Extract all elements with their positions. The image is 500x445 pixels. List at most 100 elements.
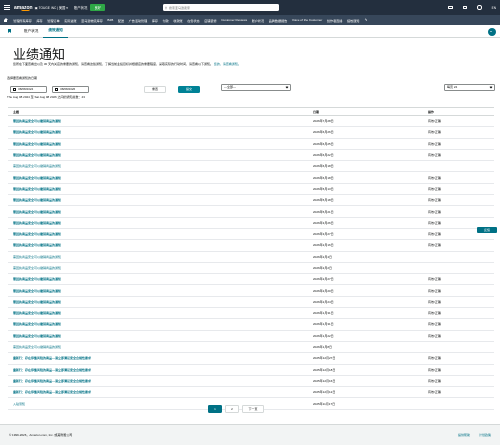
- main-nav: 管理所有库存 库存 管理订单 实际进账 亚马逊物流库存 B2B 配送 广告活动管…: [0, 15, 500, 25]
- collapse-toggle-icon[interactable]: [488, 28, 496, 36]
- notification-subject-link[interactable]: 需回执商品安全可以撤销商品的通知: [8, 187, 313, 191]
- nav-item[interactable]: 在售状态: [185, 18, 202, 23]
- notification-subject-link[interactable]: 重新行：存在停售风险的商品—请立即满足安全合规性要求: [8, 368, 313, 372]
- date-from-input[interactable]: 08/08/2024: [10, 86, 47, 93]
- store-icon: ▣: [34, 5, 38, 10]
- nav-item[interactable]: 管理所有库存: [11, 18, 34, 23]
- home-icon[interactable]: [3, 17, 8, 23]
- reset-button[interactable]: 重置: [144, 85, 166, 93]
- notification-subject-link[interactable]: 需回执商品安全可以撤销商品的通知: [8, 142, 313, 146]
- nav-item[interactable]: 库存: [150, 18, 161, 23]
- pagination: 1 2 下一页: [208, 405, 264, 413]
- notification-subject-link[interactable]: 入驻须知: [8, 402, 313, 406]
- notification-subject-link[interactable]: 需回执商品安全可以撤销商品的通知: [8, 119, 313, 123]
- nav-item[interactable]: 实际进账: [62, 18, 79, 23]
- apply-button[interactable]: 提交: [178, 85, 200, 93]
- table-row: 需回执商品安全可以撤销商品的通知 2026年3月27日 有效/正确: [8, 229, 494, 241]
- table-row: 需回执商品安全可以撤销商品的通知 2026年6月26日 有效/正确: [8, 127, 494, 139]
- nav-item[interactable]: 管理订单: [45, 18, 62, 23]
- table-row: 重新行：存在停售风险的商品—请立即满足安全合规性要求 2025年12月18日 有效/…: [8, 365, 494, 376]
- table-row: 需回执商品安全可以撤销商品的通知 2026年2月24日 有效/正确: [8, 297, 494, 309]
- notification-status: 有效/正确: [428, 311, 441, 316]
- notification-subject-link[interactable]: 需回执商品安全可以撤销商品的通知: [8, 322, 313, 326]
- table-row: 重新行：存在停售风险的商品—请立即满足安全合规性要求 2025年12月12日 有效/…: [8, 387, 494, 399]
- per-page-select[interactable]: 每页 24: [444, 83, 495, 91]
- notification-status: 有效/正确: [428, 153, 441, 158]
- hamburger-menu-icon[interactable]: [4, 5, 10, 10]
- next-page-button[interactable]: 下一页: [242, 405, 264, 413]
- notification-subject-link[interactable]: 需回执商品安全可以撤销商品的通知: [8, 266, 313, 270]
- notification-subject-link[interactable]: 需回执商品安全可以撤销商品的通知: [8, 176, 313, 180]
- header-action: 操作: [428, 109, 435, 114]
- notification-subject-link[interactable]: 需回执商品安全可以撤销商品的通知: [8, 232, 313, 236]
- notification-date: 2025年12月12日: [313, 390, 336, 395]
- store-selector-label: TOUGE INC | 美国: [38, 6, 66, 10]
- account-status-badge[interactable]: 良好: [90, 4, 105, 11]
- notification-subject-link[interactable]: 需回执商品安全可以撤销商品的通知: [8, 198, 313, 202]
- notification-subject-link[interactable]: 重新行：存在停售风险的商品—请立即满足安全合规性要求: [8, 356, 313, 360]
- edit-nav-icon[interactable]: ✎: [365, 18, 368, 22]
- date-to-input[interactable]: 08/08/2026: [52, 86, 89, 93]
- notification-subject-link[interactable]: 需回执商品安全可以撤销商品的通知: [8, 130, 313, 134]
- account-health-label[interactable]: 账户状况: [74, 5, 88, 10]
- table-row: 需回执商品安全可以撤销商品的通知 2026年5月13日 有效/正确: [8, 184, 494, 196]
- nav-item[interactable]: 广告活动管理: [126, 18, 149, 23]
- notification-status: 有效/正确: [428, 299, 441, 304]
- notification-subject-link[interactable]: 重新行：存在停售风险的商品—请立即满足安全合规性要求: [8, 390, 313, 394]
- messages-icon[interactable]: [462, 5, 468, 10]
- bookmark-icon[interactable]: [8, 29, 11, 33]
- nav-item[interactable]: 配送: [116, 18, 127, 23]
- notification-subject-link[interactable]: 需回执商品安全可以撤销商品的通知: [8, 210, 313, 214]
- notification-status: 有效/正确: [428, 130, 441, 135]
- notification-status: 有效/正确: [428, 141, 441, 146]
- store-selector[interactable]: ▣ TOUGE INC | 美国 ▾: [34, 5, 68, 11]
- nav-item[interactable]: Customer Reviews: [219, 18, 250, 22]
- search-input[interactable]: ⚲ 搜索亚马逊卖家: [162, 4, 279, 11]
- language-selector[interactable]: EN: [492, 6, 496, 10]
- notification-subject-link[interactable]: 需回执商品安全可以撤销商品的通知: [8, 345, 313, 349]
- header-date[interactable]: 日期: [313, 110, 428, 114]
- filter-select[interactable]: —全部—: [221, 83, 291, 91]
- nav-item[interactable]: 亚马逊物流库存: [79, 18, 105, 23]
- nav-item[interactable]: 账户状况: [249, 18, 266, 23]
- nav-item[interactable]: 品牌数据报告: [266, 18, 289, 23]
- search-icon: ⚲: [164, 5, 168, 10]
- feedback-button[interactable]: 反馈: [477, 227, 497, 233]
- nav-item[interactable]: B2B: [105, 18, 115, 22]
- footer-link-help[interactable]: 提供帮助: [458, 433, 470, 437]
- notification-subject-link[interactable]: 需回执商品安全可以撤销商品的通知: [8, 289, 313, 293]
- nav-item[interactable]: 付款: [160, 18, 171, 23]
- tab-account-health[interactable]: 账户状况: [19, 25, 43, 38]
- nav-item[interactable]: 库存: [34, 18, 45, 23]
- notification-subject-link[interactable]: 需回执商品安全可以撤销商品的通知: [8, 164, 313, 168]
- nav-item[interactable]: 收款账: [171, 18, 185, 23]
- tab-performance-notifications[interactable]: 绩效通知: [43, 25, 68, 38]
- notification-status: 有效/正确: [428, 367, 441, 372]
- page-2-button[interactable]: 2: [225, 405, 239, 413]
- description-link[interactable]: 您的，请查看通知。: [214, 62, 241, 66]
- mail-icon[interactable]: [448, 5, 453, 10]
- table-row: 需回执商品安全可以撤销商品的通知 2026年1月22日 有效/正确: [8, 331, 494, 342]
- nav-item[interactable]: Voice of the Customer: [290, 18, 325, 22]
- notification-subject-link[interactable]: 需回执商品安全可以撤销商品的通知: [8, 255, 313, 259]
- nav-item[interactable]: 创作者直播: [325, 18, 345, 23]
- notification-status: 有效/正确: [428, 277, 441, 282]
- notification-subject-link[interactable]: 需回执商品安全可以撤销商品的通知: [8, 243, 313, 247]
- notification-subject-link[interactable]: 需回执商品安全可以撤销商品的通知: [8, 221, 313, 225]
- notification-subject-link[interactable]: 需回执商品安全可以撤销商品的通知: [8, 277, 313, 281]
- notification-subject-link[interactable]: 需回执商品安全可以撤销商品的通知: [8, 334, 313, 338]
- page-1-button[interactable]: 1: [208, 405, 222, 413]
- calendar-icon: [13, 87, 17, 91]
- notification-subject-link[interactable]: 重新行：存在停售风险的商品—请立即满足安全合规性要求: [8, 379, 313, 383]
- notification-subject-link[interactable]: 需回执商品安全可以撤销商品的通知: [8, 153, 313, 157]
- header-subject[interactable]: 主题: [8, 110, 313, 114]
- nav-item[interactable]: 绩效通知: [345, 18, 362, 23]
- table-row: 需回执商品安全可以撤销商品的通知 2026年2月16日 有效/正确: [8, 240, 494, 252]
- settings-icon[interactable]: [477, 5, 482, 10]
- date-range-label: 选择要查看通知的日期: [7, 76, 38, 80]
- notification-date: 2026年2月24日: [313, 299, 334, 304]
- footer-link-policies[interactable]: 计划政策: [479, 433, 491, 437]
- notification-subject-link[interactable]: 需回执商品安全可以撤销商品的通知: [8, 300, 313, 304]
- nav-item[interactable]: 店铺装修: [202, 18, 219, 23]
- notification-subject-link[interactable]: 需回执商品安全可以撤销商品的通知: [8, 311, 313, 315]
